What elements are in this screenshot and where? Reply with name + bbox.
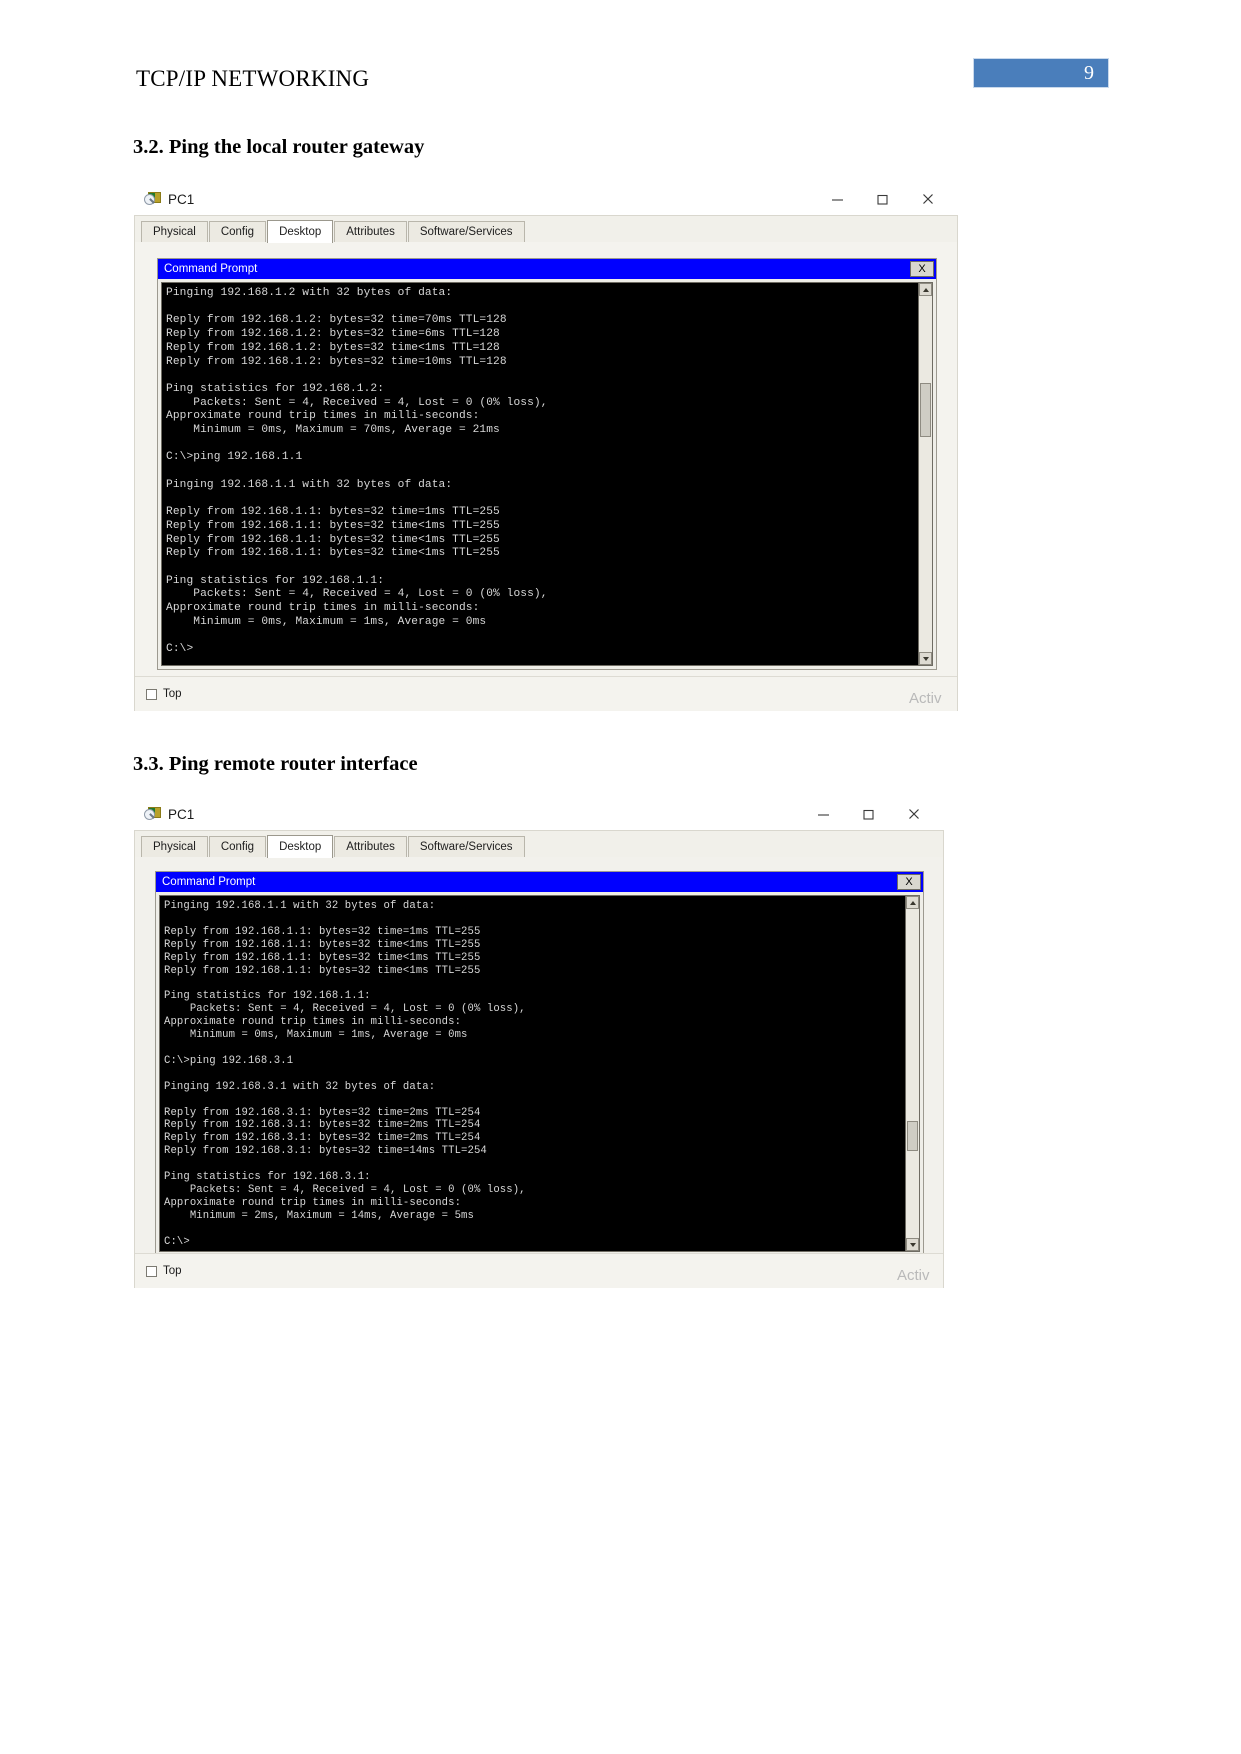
terminal-area: Pinging 192.168.1.1 with 32 bytes of dat… (159, 895, 920, 1252)
window-titlebar: PC1 (134, 183, 958, 215)
scroll-up-button[interactable] (919, 283, 932, 296)
page-number-text: 9 (1084, 62, 1094, 84)
terminal-output: Pinging 192.168.1.1 with 32 bytes of dat… (164, 900, 526, 1248)
command-prompt-title: Command Prompt (162, 876, 256, 888)
command-prompt-close-button[interactable]: X (910, 261, 934, 277)
command-prompt-titlebar: Command Prompt X (158, 259, 936, 279)
terminal-output: Pinging 192.168.1.2 with 32 bytes of dat… (166, 287, 548, 656)
close-button[interactable] (891, 799, 936, 829)
minimize-button[interactable] (801, 799, 846, 829)
maximize-button[interactable] (846, 799, 891, 829)
tab-physical[interactable]: Physical (141, 836, 208, 857)
command-prompt-window: Command Prompt X Pinging 192.168.1.2 wit… (157, 258, 937, 670)
packet-tracer-window-1: PC1 Physical Config Desktop Attributes S… (134, 183, 958, 711)
pc-device-icon (144, 191, 161, 207)
pc-device-icon (144, 806, 161, 822)
command-prompt-titlebar: Command Prompt X (156, 872, 923, 892)
window-bottom-bar: Top Activ (135, 1253, 943, 1288)
tab-config[interactable]: Config (208, 836, 267, 857)
terminal-scrollbar[interactable] (918, 283, 932, 665)
tab-bar: Physical Config Desktop Attributes Softw… (135, 216, 957, 243)
window-body: Physical Config Desktop Attributes Softw… (134, 215, 958, 711)
top-checkbox-group[interactable]: Top (146, 688, 182, 700)
window-controls (801, 798, 936, 830)
maximize-button[interactable] (860, 184, 905, 214)
scroll-down-button[interactable] (906, 1238, 919, 1251)
top-checkbox-label: Top (163, 1265, 182, 1277)
scrollbar-thumb[interactable] (920, 383, 931, 437)
tab-config[interactable]: Config (208, 221, 267, 242)
command-prompt-window: Command Prompt X Pinging 192.168.1.1 wit… (155, 871, 924, 1256)
close-button[interactable] (905, 184, 950, 214)
document-header-title: TCP/IP NETWORKING (136, 66, 370, 91)
tab-software-services[interactable]: Software/Services (407, 221, 525, 242)
tab-attributes[interactable]: Attributes (334, 221, 407, 242)
tab-attributes[interactable]: Attributes (334, 836, 407, 857)
tab-physical[interactable]: Physical (141, 221, 208, 242)
top-checkbox-group[interactable]: Top (146, 1265, 182, 1277)
top-checkbox[interactable] (146, 688, 157, 700)
section-heading-3-3: 3.3. Ping remote router interface (133, 753, 418, 775)
terminal-scrollbar[interactable] (905, 896, 919, 1251)
window-titlebar: PC1 (134, 798, 944, 830)
activate-windows-watermark: Activ (909, 690, 942, 707)
packet-tracer-window-2: PC1 Physical Config Desktop Attributes S… (134, 798, 944, 1288)
tab-software-services[interactable]: Software/Services (407, 836, 525, 857)
command-prompt-close-button[interactable]: X (897, 874, 921, 890)
terminal-screen[interactable]: Pinging 192.168.1.2 with 32 bytes of dat… (162, 283, 918, 665)
top-checkbox[interactable] (146, 1265, 157, 1277)
scrollbar-thumb[interactable] (907, 1121, 918, 1151)
command-prompt-title: Command Prompt (164, 263, 258, 275)
window-bottom-bar: Top Activ (135, 676, 957, 711)
tab-desktop[interactable]: Desktop (267, 835, 334, 858)
tab-desktop[interactable]: Desktop (267, 220, 334, 243)
activate-windows-watermark: Activ (897, 1267, 930, 1284)
tab-bar: Physical Config Desktop Attributes Softw… (135, 831, 943, 858)
window-title: PC1 (168, 191, 195, 207)
terminal-area: Pinging 192.168.1.2 with 32 bytes of dat… (161, 282, 933, 666)
window-title: PC1 (168, 806, 195, 822)
page-number-badge: 9 (973, 58, 1109, 88)
top-checkbox-label: Top (163, 688, 182, 700)
window-controls (815, 183, 950, 215)
scroll-up-button[interactable] (906, 896, 919, 909)
terminal-screen[interactable]: Pinging 192.168.1.1 with 32 bytes of dat… (160, 896, 905, 1251)
window-body: Physical Config Desktop Attributes Softw… (134, 830, 944, 1288)
minimize-button[interactable] (815, 184, 860, 214)
document-header: TCP/IP NETWORKING 9 (0, 58, 1241, 104)
scroll-down-button[interactable] (919, 652, 932, 665)
section-heading-3-2: 3.2. Ping the local router gateway (133, 136, 425, 158)
